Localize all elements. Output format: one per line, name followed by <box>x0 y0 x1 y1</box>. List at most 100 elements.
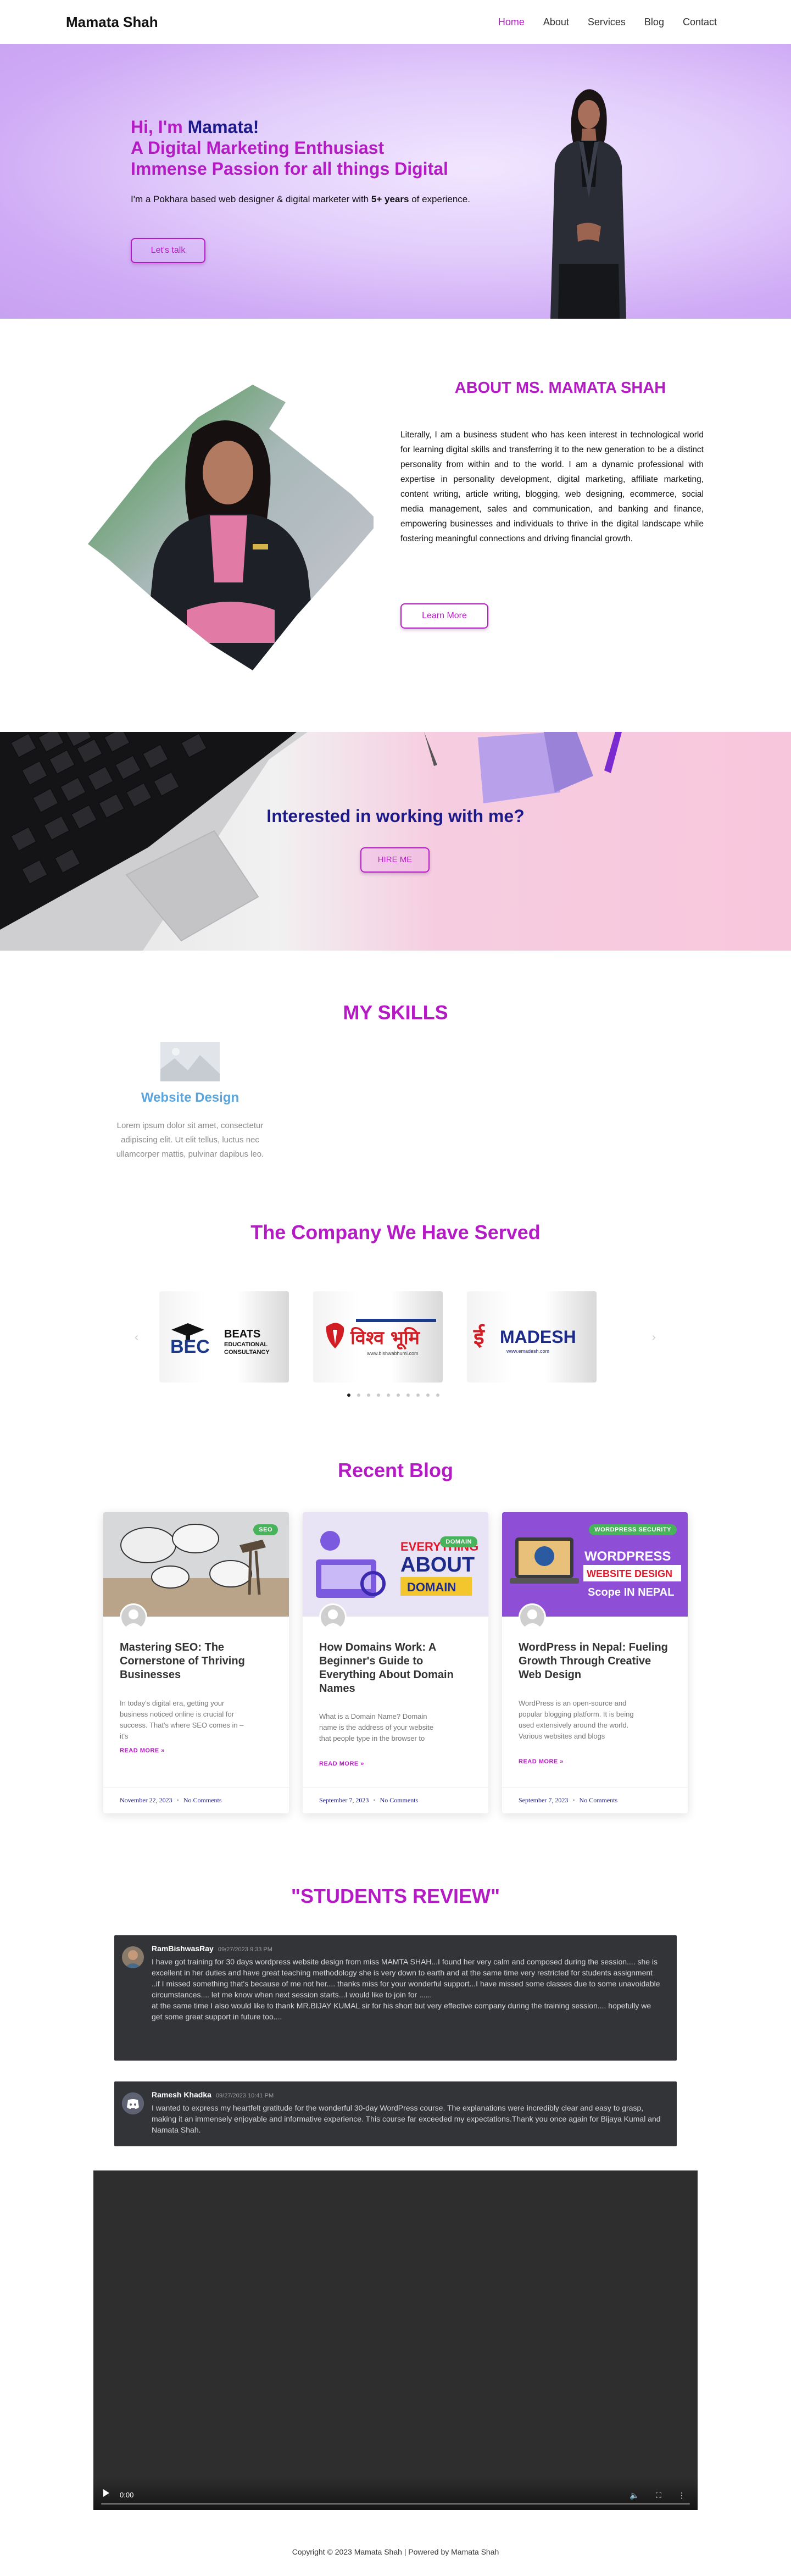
hero-headline-1: A Digital Marketing Enthusiast <box>131 138 385 158</box>
blog-title: Recent Blog <box>337 1459 454 1481</box>
hero-greeting-prefix: Hi, I'm <box>131 117 188 137</box>
blog-post-meta: November 22, 2023 • No Comments <box>103 1787 289 1813</box>
video-time: 0:00 <box>120 2491 134 2499</box>
author-avatar[interactable] <box>519 1603 546 1631</box>
carousel-dots <box>347 1394 439 1397</box>
blog-card[interactable]: EVERYTHING ABOUT DOMAIN DOMAIN How Domai… <box>303 1512 488 1813</box>
site-footer: Copyright © 2023 Mamata Shah | Powered b… <box>292 2547 499 2556</box>
meta-separator: • <box>176 1796 179 1804</box>
video-progress-track[interactable] <box>101 2503 690 2505</box>
beats-logo-image: BEC BEATS EDUCATIONAL CONSULTANCY <box>170 1323 270 1357</box>
reviewer-avatar[interactable] <box>122 1946 144 1968</box>
carousel-dot[interactable] <box>416 1394 420 1397</box>
site-header: Mamata Shah Home About Services Blog Con… <box>0 0 791 44</box>
review-timestamp: 09/27/2023 10:41 PM <box>215 2092 274 2099</box>
blog-card[interactable]: WORDPRESS WEBSITE DESIGN Scope IN NEPAL … <box>502 1512 688 1813</box>
nav-services[interactable]: Services <box>588 16 626 28</box>
review-timestamp: 09/27/2023 9:33 PM <box>218 1946 272 1953</box>
blog-post-date: September 7, 2023 <box>319 1796 369 1804</box>
carousel-prev-icon[interactable]: ‹ <box>134 1331 139 1345</box>
company-logo-bishwabhumi[interactable]: विश्व भूमि www.bishwabhumi.com <box>313 1291 443 1383</box>
author-avatar-icon <box>321 1605 345 1629</box>
blog-post-meta: September 7, 2023 • No Comments <box>303 1787 488 1813</box>
blog-post-date: September 7, 2023 <box>519 1796 569 1804</box>
nav-blog[interactable]: Blog <box>644 16 664 28</box>
emadesh-logo-mark: ई <box>473 1324 486 1350</box>
author-avatar-icon <box>520 1605 544 1629</box>
nav-home[interactable]: Home <box>498 16 525 28</box>
carousel-dot[interactable] <box>387 1394 390 1397</box>
learn-more-button[interactable]: Learn More <box>400 603 488 629</box>
wp-thumb-line3: Scope IN NEPAL <box>588 1586 674 1598</box>
companies-title: The Company We Have Served <box>250 1221 541 1243</box>
author-avatar[interactable] <box>120 1603 147 1631</box>
hero-section: Hi, I'm Mamata! A Digital Marketing Enth… <box>0 44 791 319</box>
play-icon[interactable] <box>103 2489 109 2497</box>
carousel-next-icon[interactable]: › <box>651 1331 656 1345</box>
about-title: ABOUT MS. MAMATA SHAH <box>454 379 666 397</box>
skill-name-website-design: Website Design <box>141 1090 239 1105</box>
blog-post-date: November 22, 2023 <box>120 1796 172 1804</box>
blog-card[interactable]: SEO Mastering SEO: The Cornerstone of Th… <box>103 1512 289 1813</box>
beats-logo-mark: BEC <box>170 1336 210 1357</box>
review-card: RamBishwasRay 09/27/2023 9:33 PM I have g… <box>114 1935 677 2061</box>
volume-icon[interactable]: 🔈 <box>630 2491 639 2500</box>
hero-content: Hi, I'm Mamata! A Digital Marketing Enth… <box>131 116 482 207</box>
skills-title: MY SKILLS <box>343 1001 448 1024</box>
cta-title: Interested in working with me? <box>266 806 525 826</box>
domain-thumb-line3: DOMAIN <box>407 1580 456 1594</box>
blog-post-title[interactable]: WordPress in Nepal: Fueling Growth Throu… <box>519 1641 673 1682</box>
carousel-dot[interactable] <box>436 1394 439 1397</box>
beats-logo-name: BEATS <box>224 1328 260 1340</box>
blog-category-badge[interactable]: SEO <box>253 1524 278 1535</box>
blog-post-title[interactable]: Mastering SEO: The Cornerstone of Thrivi… <box>120 1641 275 1682</box>
bishwabhumi-logo-image: विश्व भूमि www.bishwabhumi.com <box>326 1319 436 1356</box>
blog-post-excerpt: What is a Domain Name? Domain name is th… <box>319 1712 434 1742</box>
fullscreen-icon[interactable]: ⛶ <box>656 2491 661 2500</box>
carousel-dot[interactable] <box>406 1394 410 1397</box>
emadesh-logo-name: MADESH <box>500 1327 576 1347</box>
emadesh-logo-image: ई MADESH www.emadesh.com <box>473 1324 576 1354</box>
video-player[interactable]: 0:00 🔈 ⛶ ⋮ <box>93 2170 698 2510</box>
carousel-dot[interactable] <box>397 1394 400 1397</box>
hero-desc-text: I'm a Pokhara based web designer & digit… <box>131 194 371 204</box>
author-avatar[interactable] <box>319 1603 347 1631</box>
reviewer-avatar-image <box>122 1946 144 1968</box>
company-logo-beats[interactable]: BEC BEATS EDUCATIONAL CONSULTANCY <box>159 1291 289 1383</box>
read-more-link[interactable]: READ MORE » <box>519 1758 564 1765</box>
carousel-dot[interactable] <box>426 1394 430 1397</box>
carousel-dot[interactable] <box>357 1394 360 1397</box>
blog-category-badge[interactable]: DOMAIN <box>440 1536 477 1547</box>
read-more-link[interactable]: READ MORE » <box>120 1747 165 1754</box>
hero-greeting: Hi, I'm Mamata! <box>131 116 482 137</box>
more-options-icon[interactable]: ⋮ <box>678 2491 686 2500</box>
blog-category-badge[interactable]: WORDPRESS SECURITY <box>589 1524 677 1535</box>
blog-post-title[interactable]: How Domains Work: A Beginner's Guide to … <box>319 1641 474 1696</box>
reviewer-avatar[interactable] <box>122 2092 144 2114</box>
carousel-dot[interactable] <box>367 1394 370 1397</box>
reviewer-name-line: RamBishwasRay 09/27/2023 9:33 PM <box>152 1944 272 1953</box>
hero-portrait-image <box>550 89 626 319</box>
hero-headline-2: Immense Passion for all things Digital <box>131 159 448 179</box>
lets-talk-button[interactable]: Let's talk <box>131 238 205 263</box>
site-brand[interactable]: Mamata Shah <box>66 14 158 31</box>
nav-about[interactable]: About <box>543 16 569 28</box>
company-logo-emadesh[interactable]: ई MADESH www.emadesh.com <box>467 1291 597 1383</box>
carousel-dot[interactable] <box>347 1394 350 1397</box>
review-card: Ramesh Khadka 09/27/2023 10:41 PM I wante… <box>114 2081 677 2146</box>
blog-post-excerpt: WordPress is an open-source and popular … <box>519 1699 634 1740</box>
review-text: I wanted to express my heartfelt gratitu… <box>152 2103 661 2134</box>
hero-desc-end: of experience. <box>409 194 470 204</box>
read-more-link[interactable]: READ MORE » <box>319 1761 364 1767</box>
laptop-keyboard-image <box>0 732 308 951</box>
reviewer-name[interactable]: RamBishwasRay <box>152 1944 214 1953</box>
author-avatar-icon <box>121 1605 146 1629</box>
image-placeholder-icon <box>160 1042 220 1081</box>
beats-logo-line2: EDUCATIONAL <box>224 1341 268 1348</box>
review-text: I have got training for 30 days wordpres… <box>152 1957 660 2021</box>
nav-contact[interactable]: Contact <box>683 16 717 28</box>
hire-me-button[interactable]: HIRE ME <box>360 847 430 873</box>
carousel-dot[interactable] <box>377 1394 380 1397</box>
reviewer-name[interactable]: Ramesh Khadka <box>152 2090 211 2099</box>
domain-thumb-line2: ABOUT <box>400 1553 475 1576</box>
